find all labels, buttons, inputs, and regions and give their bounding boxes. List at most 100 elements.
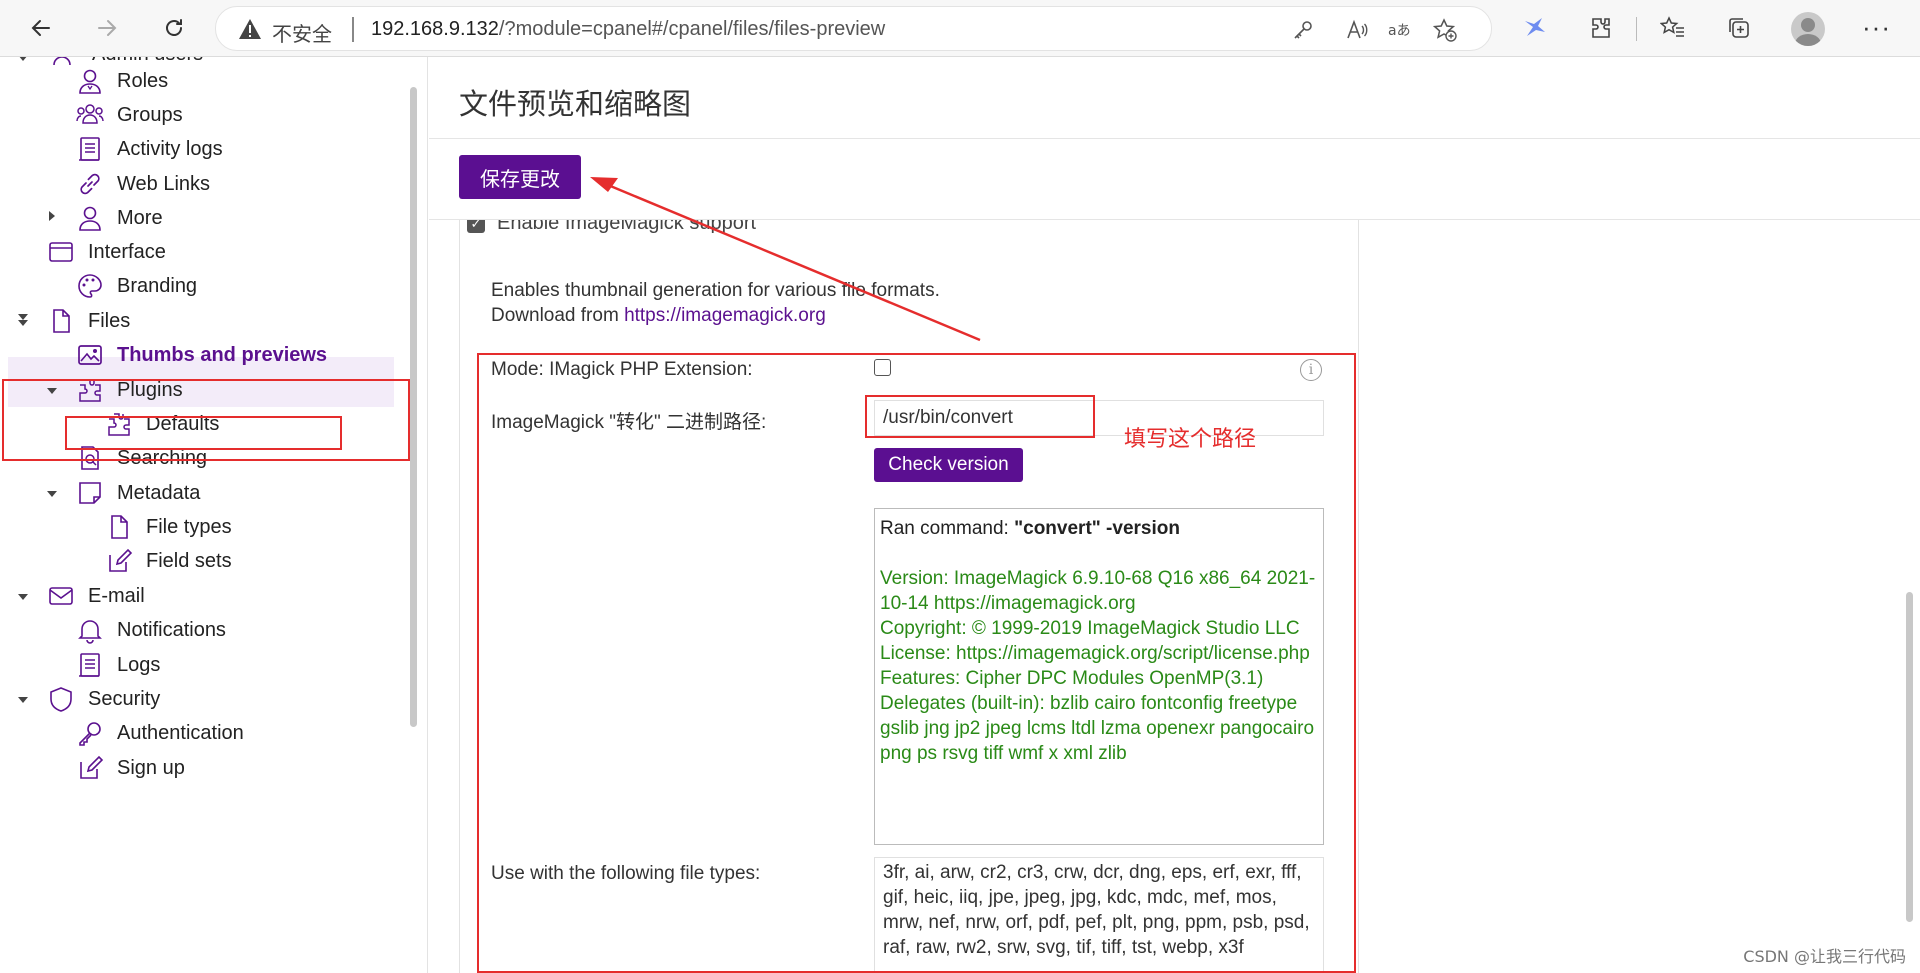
- annotation-box-path: [865, 395, 1095, 438]
- sidebar-item-activity-logs[interactable]: Activity logs: [75, 132, 223, 166]
- sidebar-item-web-links[interactable]: Web Links: [75, 167, 210, 201]
- sidebar-item-authentication[interactable]: Authentication: [75, 716, 244, 750]
- favorites-icon[interactable]: [1660, 15, 1686, 41]
- imagemagick-link[interactable]: https://imagemagick.org: [624, 305, 826, 326]
- description-line: Enables thumbnail generation for various…: [491, 280, 940, 301]
- file-icon: [46, 306, 76, 336]
- save-toolbar: 保存更改: [429, 140, 1920, 220]
- sidebar-item-label: Activity logs: [117, 137, 223, 160]
- profile-avatar[interactable]: [1791, 12, 1825, 46]
- window-icon: [46, 237, 76, 267]
- address-bar[interactable]: 不安全 192.168.9.132/?module=cpanel#/cpanel…: [215, 6, 1492, 51]
- page-header: 文件预览和缩略图: [429, 57, 1920, 139]
- edit-icon: [75, 753, 105, 783]
- sidebar-item-sign-up[interactable]: Sign up: [75, 751, 185, 785]
- svg-text:aあ: aあ: [1388, 23, 1411, 39]
- arrow-right-icon: [98, 20, 117, 36]
- url-path: /?module=cpanel#/cpanel/files/files-prev…: [498, 18, 886, 40]
- sidebar-item-notifications[interactable]: Notifications: [75, 613, 226, 647]
- description-prefix: Download from: [491, 305, 625, 326]
- read-aloud-icon[interactable]: [1345, 18, 1369, 42]
- sidebar: Admin users Roles Groups Activity logs W…: [0, 57, 428, 973]
- address-divider: [352, 17, 354, 42]
- edit-icon: [104, 546, 134, 576]
- bell-icon: [75, 615, 105, 645]
- image-icon: [75, 340, 105, 370]
- sidebar-item-interface[interactable]: Interface: [46, 235, 166, 269]
- users-icon: [75, 100, 105, 130]
- sidebar-item-label: File types: [146, 515, 232, 538]
- caret-down-icon[interactable]: [16, 57, 30, 65]
- sidebar-item-label: Security: [88, 687, 161, 710]
- caret-right-icon[interactable]: [45, 209, 59, 223]
- user-icon: [75, 66, 105, 96]
- arrow-left-icon: [31, 20, 50, 36]
- description: Enables thumbnail generation for various…: [491, 278, 940, 328]
- user-icon: [75, 203, 105, 233]
- sidebar-item-label: Thumbs and previews: [117, 343, 328, 366]
- sidebar-item-files[interactable]: Files: [46, 304, 130, 338]
- log-icon: [75, 650, 105, 680]
- url-host: 192.168.9.132: [371, 18, 499, 40]
- annotation-note: 填写这个路径: [1124, 427, 1257, 452]
- palette-icon: [75, 271, 105, 301]
- sidebar-item-label: Metadata: [117, 481, 201, 504]
- mail-icon: [46, 581, 76, 611]
- sidebar-item-label: Groups: [117, 103, 183, 126]
- sidebar-item-label: Roles: [117, 69, 169, 92]
- caret-down-icon[interactable]: [16, 590, 30, 604]
- caret-down-icon[interactable]: [45, 487, 59, 501]
- insecure-label[interactable]: 不安全: [272, 18, 332, 47]
- translate-icon[interactable]: aあ: [1387, 18, 1411, 42]
- warning-icon[interactable]: [238, 18, 262, 40]
- extensions-icon[interactable]: [1588, 15, 1614, 41]
- annotation-box-thumbs: [65, 416, 342, 450]
- sidebar-item-label: Field sets: [146, 549, 232, 572]
- forward-button[interactable]: [90, 11, 124, 45]
- sidebar-item-security[interactable]: Security: [46, 682, 160, 716]
- sidebar-item-metadata[interactable]: Metadata: [75, 476, 200, 510]
- main-scrollbar[interactable]: [1906, 592, 1913, 922]
- more-menu-button[interactable]: ···: [1862, 12, 1891, 43]
- sidebar-item-logs[interactable]: Logs: [75, 648, 160, 682]
- sidebar-item-thumbs-and-previews[interactable]: Thumbs and previews: [75, 338, 327, 372]
- sidebar-item-label: More: [117, 206, 163, 229]
- sidebar-item-label: Files: [88, 309, 131, 332]
- sidebar-item-label: Authentication: [117, 721, 244, 744]
- save-button[interactable]: 保存更改: [459, 155, 581, 199]
- sidebar-item-email[interactable]: E-mail: [46, 579, 145, 613]
- sidebar-item-label: Sign up: [117, 756, 185, 779]
- file-icon: [104, 512, 134, 542]
- back-button[interactable]: [24, 11, 58, 45]
- link-icon: [75, 169, 105, 199]
- sidebar-item-branding[interactable]: Branding: [75, 269, 197, 303]
- sidebar-item-more[interactable]: More: [75, 201, 163, 235]
- sidebar-item-label: Branding: [117, 274, 198, 297]
- reload-button[interactable]: [157, 11, 191, 45]
- key-icon[interactable]: [1291, 18, 1315, 42]
- watermark: CSDN @让我三行代码: [1743, 947, 1906, 966]
- sidebar-item-file-types[interactable]: File types: [104, 510, 232, 544]
- sidebar-item-label: E-mail: [88, 584, 145, 607]
- browser-toolbar: 不安全 192.168.9.132/?module=cpanel#/cpanel…: [0, 0, 1920, 57]
- sidebar-item-groups[interactable]: Groups: [75, 98, 183, 132]
- page-title: 文件预览和缩略图: [459, 87, 692, 121]
- caret-down-icon[interactable]: [16, 693, 30, 707]
- sidebar-item-roles[interactable]: Roles: [75, 64, 168, 98]
- sidebar-item-label: Web Links: [117, 172, 211, 195]
- url-text[interactable]: 192.168.9.132/?module=cpanel#/cpanel/fil…: [371, 18, 885, 41]
- collections-icon[interactable]: [1726, 15, 1752, 41]
- extension-bird-icon[interactable]: [1522, 15, 1548, 41]
- key-icon: [75, 718, 105, 748]
- sidebar-scrollbar[interactable]: [410, 87, 417, 727]
- favorite-add-icon[interactable]: [1433, 18, 1457, 42]
- toolbar-divider: [1636, 17, 1637, 41]
- caret-down-icon[interactable]: [16, 316, 30, 330]
- reload-icon: [166, 19, 182, 36]
- note-icon: [75, 478, 105, 508]
- sidebar-item-label: Notifications: [117, 618, 226, 641]
- shield-icon: [46, 684, 76, 714]
- log-icon: [75, 134, 105, 164]
- sidebar-item-label: Logs: [117, 653, 161, 676]
- sidebar-item-field-sets[interactable]: Field sets: [104, 544, 232, 578]
